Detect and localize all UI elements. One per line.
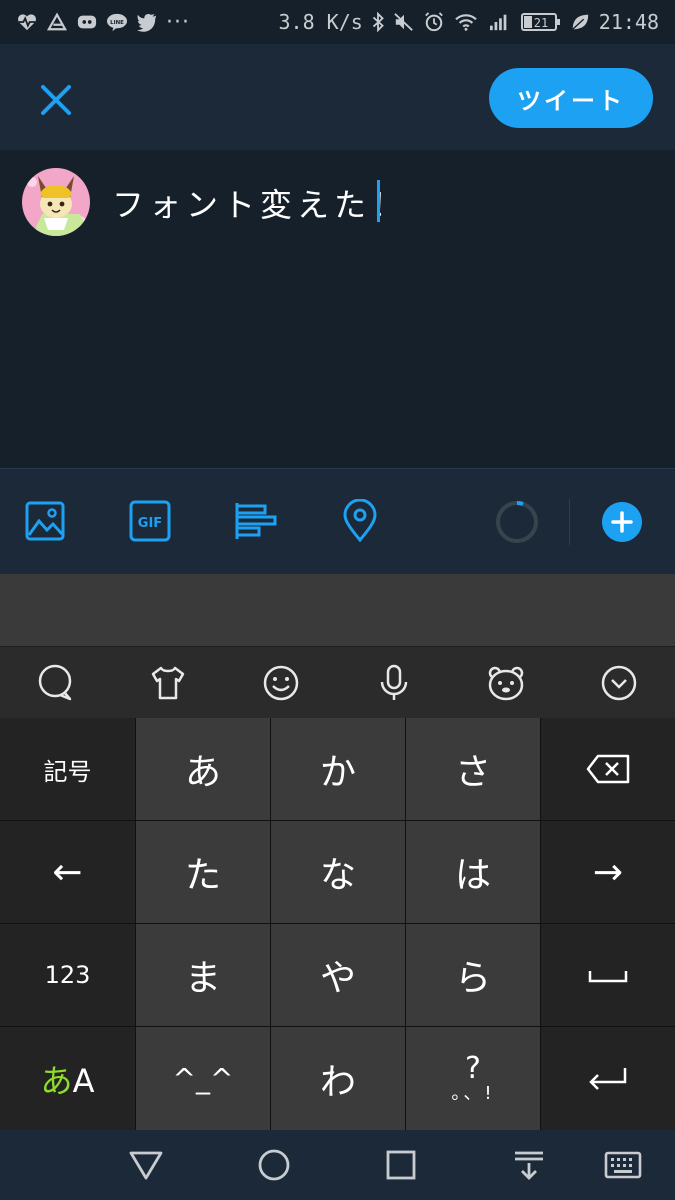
space-icon bbox=[588, 971, 628, 983]
right-arrow-key[interactable]: → bbox=[541, 821, 675, 923]
key-wa[interactable]: わ bbox=[271, 1027, 405, 1130]
poll-icon[interactable] bbox=[233, 499, 277, 543]
number-key[interactable]: 123 bbox=[0, 924, 135, 1026]
back-icon[interactable] bbox=[126, 1145, 166, 1185]
enter-key[interactable] bbox=[541, 1027, 675, 1130]
enter-icon bbox=[589, 1067, 627, 1090]
navigation-bar bbox=[0, 1130, 675, 1200]
key-ta[interactable]: た bbox=[136, 821, 270, 923]
key-punctuation[interactable]: ? 。、! bbox=[406, 1027, 540, 1130]
keyboard-keys: 記号 あ か さ ← た な は → 123 ま や ら あA ^_^ わ ? … bbox=[0, 718, 675, 1130]
svg-text:21: 21 bbox=[534, 16, 548, 30]
key-sa[interactable]: さ bbox=[406, 718, 540, 820]
key-ma[interactable]: ま bbox=[136, 924, 270, 1026]
close-icon[interactable] bbox=[36, 80, 76, 120]
key-na[interactable]: な bbox=[271, 821, 405, 923]
key-a[interactable]: あ bbox=[136, 718, 270, 820]
clock: 21:48 bbox=[598, 10, 659, 34]
avatar bbox=[22, 168, 90, 236]
status-bar: LINE ··· 3.8 K/s 21 21:48 bbox=[0, 0, 675, 44]
twitter-icon bbox=[137, 13, 157, 32]
key-kaomoji[interactable]: ^_^ bbox=[136, 1027, 270, 1130]
key-ra[interactable]: ら bbox=[406, 924, 540, 1026]
bluetooth-icon bbox=[372, 12, 384, 32]
input-mode-key[interactable]: あA bbox=[0, 1027, 135, 1130]
gif-icon[interactable]: GIF bbox=[128, 499, 172, 543]
left-arrow-key[interactable]: ← bbox=[0, 821, 135, 923]
tweet-button[interactable]: ツイート bbox=[489, 68, 653, 128]
mute-icon bbox=[394, 13, 413, 31]
backspace-icon bbox=[586, 754, 630, 784]
status-bar-right: 3.8 K/s 21 21:48 bbox=[278, 10, 659, 34]
keyboard-switch-icon[interactable] bbox=[603, 1145, 643, 1185]
tshirt-icon[interactable] bbox=[148, 663, 188, 703]
svg-text:LINE: LINE bbox=[110, 20, 124, 26]
status-bar-left: LINE ··· bbox=[16, 10, 190, 35]
key-ka[interactable]: か bbox=[271, 718, 405, 820]
keyboard-suggestion-area bbox=[0, 574, 675, 646]
character-count-ring bbox=[496, 501, 538, 543]
backspace-key[interactable] bbox=[541, 718, 675, 820]
heart-rate-icon bbox=[17, 14, 37, 31]
tweet-text[interactable]: フォント変えた！ bbox=[112, 180, 408, 226]
symbol-key[interactable]: 記号 bbox=[0, 718, 135, 820]
battery-icon: 21 bbox=[520, 13, 560, 31]
compose-header: ツイート bbox=[0, 44, 675, 150]
svg-text:GIF: GIF bbox=[138, 516, 162, 531]
line-icon: LINE bbox=[107, 13, 127, 32]
net-speed: 3.8 K/s bbox=[278, 10, 363, 34]
space-key[interactable] bbox=[541, 924, 675, 1026]
key-ya[interactable]: や bbox=[271, 924, 405, 1026]
collapse-keyboard-icon[interactable] bbox=[599, 663, 639, 703]
home-icon[interactable] bbox=[254, 1145, 294, 1185]
add-thread-icon[interactable] bbox=[602, 502, 642, 542]
compose-area[interactable]: フォント変えた！ bbox=[0, 150, 675, 468]
compose-toolbar: GIF bbox=[0, 468, 675, 574]
app-icon bbox=[46, 12, 68, 31]
alarm-icon bbox=[424, 12, 443, 32]
image-icon[interactable] bbox=[23, 499, 67, 543]
discord-icon bbox=[77, 15, 97, 29]
wifi-icon bbox=[455, 14, 477, 31]
overflow-indicator: ··· bbox=[166, 9, 190, 35]
location-icon[interactable] bbox=[338, 499, 382, 543]
recents-icon[interactable] bbox=[381, 1145, 421, 1185]
text-caret bbox=[377, 180, 380, 222]
leaf-icon bbox=[572, 14, 588, 30]
search-bubble-icon[interactable] bbox=[36, 663, 76, 703]
signal-icon bbox=[489, 14, 507, 31]
toolbar-divider bbox=[569, 499, 570, 545]
keyboard-toolbar bbox=[0, 646, 675, 718]
microphone-icon[interactable] bbox=[374, 663, 414, 703]
emoji-icon[interactable] bbox=[261, 663, 301, 703]
notification-pull-icon[interactable] bbox=[509, 1145, 549, 1185]
key-ha[interactable]: は bbox=[406, 821, 540, 923]
bear-face-icon[interactable] bbox=[486, 663, 526, 703]
